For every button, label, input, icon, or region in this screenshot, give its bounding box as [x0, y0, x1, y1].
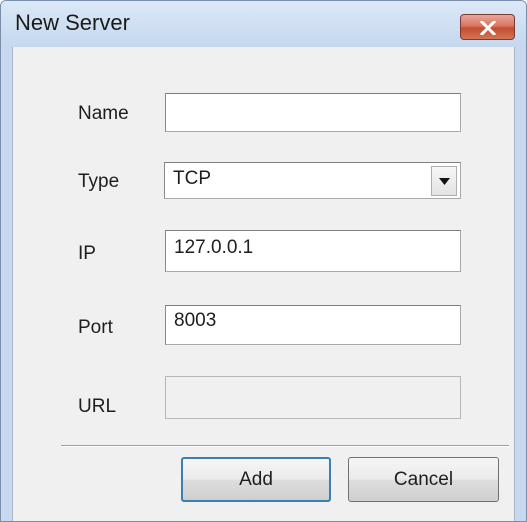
add-button[interactable]: Add	[181, 457, 331, 502]
chevron-down-icon	[439, 178, 450, 185]
name-input[interactable]	[165, 93, 461, 132]
port-label: Port	[78, 317, 113, 338]
ip-input[interactable]: 127.0.0.1	[165, 230, 461, 272]
port-input[interactable]: 8003	[165, 305, 461, 345]
title-bar[interactable]: New Server	[1, 1, 526, 47]
close-button[interactable]	[460, 14, 515, 40]
dialog-body: Name Type TCP IP 127.0.0.1 Port 8003 URL…	[12, 47, 515, 521]
type-select[interactable]: TCP	[164, 162, 461, 199]
button-separator	[61, 445, 509, 447]
type-dropdown-button[interactable]	[431, 166, 457, 196]
close-icon	[480, 21, 496, 35]
name-label: Name	[78, 103, 129, 124]
type-label: Type	[78, 171, 120, 192]
type-select-value: TCP	[173, 168, 211, 189]
url-input[interactable]	[165, 376, 461, 419]
ip-label: IP	[78, 243, 96, 264]
cancel-button[interactable]: Cancel	[348, 457, 499, 502]
window-title: New Server	[15, 10, 130, 35]
new-server-dialog: New Server Name Type TCP IP 127.0.0.1 Po…	[0, 0, 527, 522]
url-label: URL	[78, 396, 117, 417]
